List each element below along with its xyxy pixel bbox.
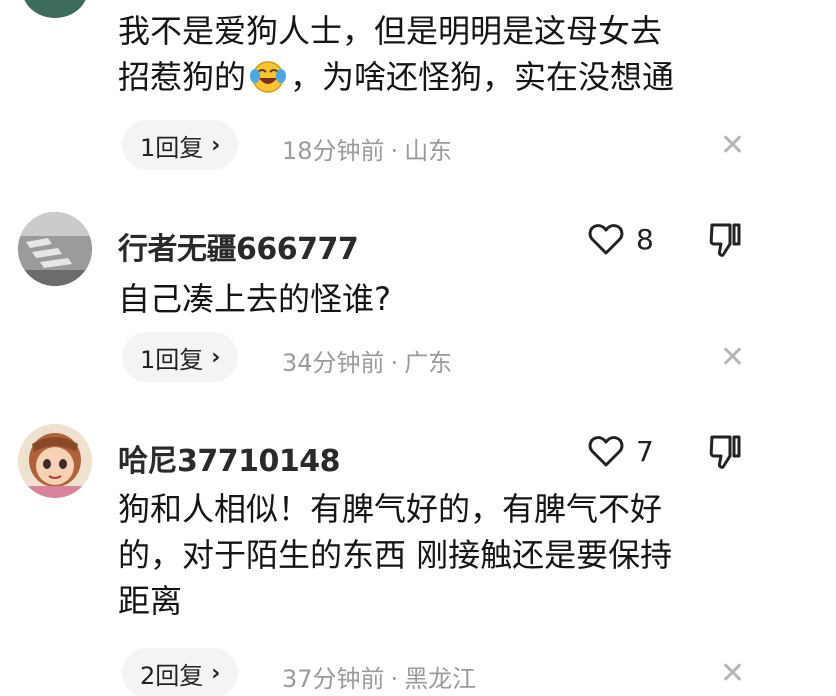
like-button-comment-2[interactable]: 7: [588, 434, 654, 468]
comment-0-line-2a: 招惹狗的: [118, 58, 247, 96]
close-icon[interactable]: ✕: [720, 131, 745, 161]
comment-0-line-2b: ，为啥还怪狗，实在没想通: [290, 58, 675, 96]
replies-button-comment-2[interactable]: 2回复 ›: [122, 648, 239, 696]
comment-1-meta: 34分钟前 · 广东: [282, 343, 452, 378]
comment-0-meta: 18分钟前 · 山东: [282, 131, 452, 166]
comment-2-line-1: 狗和人相似！有脾气好的，有脾气不好: [118, 490, 663, 528]
avatar-comment-0[interactable]: [22, 0, 88, 18]
replies-label: 2回复: [140, 661, 204, 690]
comment-1-text: 自己凑上去的怪谁?: [118, 276, 391, 322]
avatar-image: [18, 212, 92, 286]
avatar-image: [18, 424, 92, 498]
like-button-comment-1[interactable]: 8: [588, 222, 654, 256]
thumb-down-icon[interactable]: [708, 434, 742, 470]
comment-location: 山东: [404, 137, 453, 165]
like-count: 8: [636, 222, 654, 256]
separator-dot: ·: [390, 665, 399, 693]
comment-0-text: 我不是爱狗人士，但是明明是这母女去 招惹狗的 ，为啥还怪狗，实在没想通: [118, 8, 674, 100]
comment-0-line-2: 招惹狗的 ，为啥还怪狗，实在没想通: [118, 54, 674, 100]
replies-label: 1回复: [140, 133, 204, 162]
username[interactable]: 哈尼37710148: [118, 436, 341, 480]
avatar-comment-1[interactable]: [18, 212, 92, 286]
heart-outline-icon: [588, 436, 624, 467]
comment-time: 34分钟前: [282, 349, 385, 377]
comment-2-meta: 37分钟前 · 黑龙江: [282, 659, 476, 694]
replies-button-comment-1[interactable]: 1回复 ›: [122, 332, 239, 382]
username[interactable]: 行者无疆666777: [118, 224, 359, 268]
comment-time: 18分钟前: [282, 137, 385, 165]
comment-location: 广东: [404, 349, 453, 377]
comment-0-line-1: 我不是爱狗人士，但是明明是这母女去: [118, 12, 663, 50]
chevron-right-icon: ›: [211, 132, 221, 158]
heart-outline-icon: [588, 224, 624, 255]
close-icon[interactable]: ✕: [720, 343, 745, 373]
like-count: 7: [636, 434, 654, 468]
separator-dot: ·: [390, 137, 399, 165]
comment-1-line-1: 自己凑上去的怪谁?: [118, 280, 391, 318]
avatar-comment-2[interactable]: [18, 424, 92, 498]
close-icon[interactable]: ✕: [720, 659, 745, 689]
replies-label: 1回复: [140, 345, 204, 374]
comment-time: 37分钟前: [282, 665, 385, 693]
chevron-right-icon: ›: [211, 660, 221, 686]
comment-2-line-2: 的，对于陌生的东西 刚接触还是要保持: [118, 536, 673, 574]
separator-dot: ·: [390, 349, 399, 377]
laughing-crying-emoji-icon: [250, 61, 287, 93]
comment-2-text: 狗和人相似！有脾气好的，有脾气不好 的，对于陌生的东西 刚接触还是要保持 距离: [118, 486, 672, 624]
replies-button-comment-0[interactable]: 1回复 ›: [122, 120, 239, 170]
thumb-down-icon[interactable]: [708, 222, 742, 258]
comment-2-line-3: 距离: [118, 582, 183, 620]
comment-list: 我不是爱狗人士，但是明明是这母女去 招惹狗的 ，为啥还怪狗，实在没想通 1回复 …: [0, 0, 836, 696]
comment-location: 黑龙江: [404, 665, 477, 693]
chevron-right-icon: ›: [211, 344, 221, 370]
